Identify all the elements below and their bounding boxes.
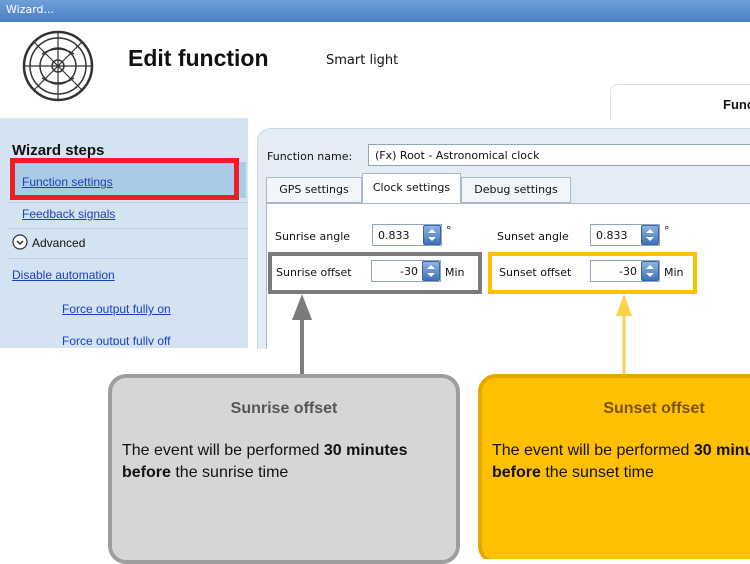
sunset-callout-text-pre: The event will be performed [492,442,694,459]
sunset-callout-title: Sunset offset [603,400,705,417]
sunset-offset-callout: Sunset offset The event will be performe… [478,374,750,559]
sunrise-callout-title: Sunrise offset [230,400,338,417]
sunset-callout-text: The event will be performed 30 minutes b… [492,440,750,484]
sunrise-callout-text-pre: The event will be performed [122,442,324,459]
sunrise-callout-text-post: the sunrise time [170,464,289,481]
sunrise-offset-callout: Sunrise offset The event will be perform… [108,374,460,564]
sunset-callout-viewport: Sunset offset The event will be performe… [478,374,750,559]
sunrise-callout-text: The event will be performed 30 minutes b… [122,440,448,484]
sunset-callout-text-post: the sunset time [540,464,654,481]
